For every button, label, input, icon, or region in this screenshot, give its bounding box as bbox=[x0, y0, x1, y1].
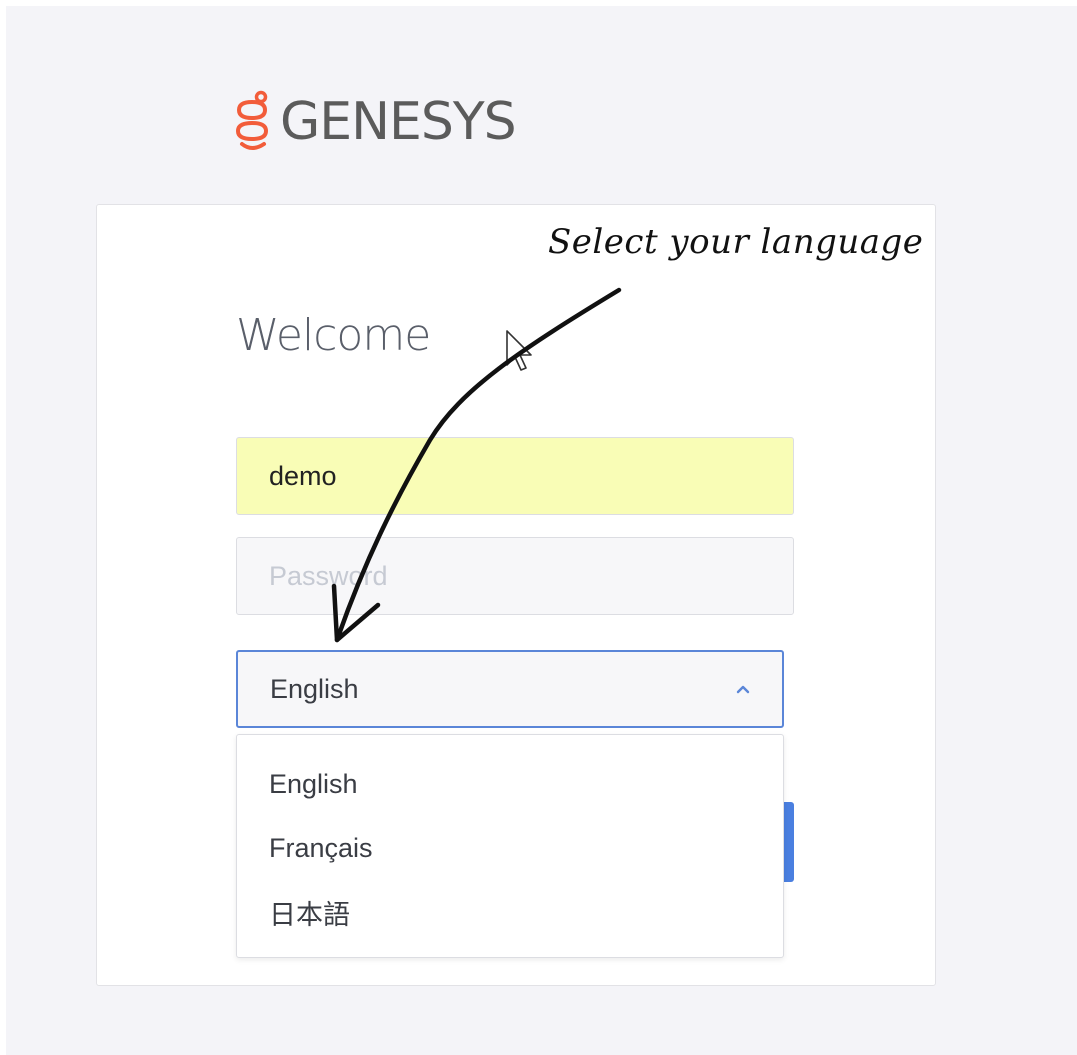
language-option-japanese[interactable]: 日本語 bbox=[237, 880, 783, 944]
language-select[interactable]: English bbox=[236, 650, 784, 728]
welcome-heading: Welcome bbox=[236, 310, 431, 361]
language-option-label: English bbox=[269, 768, 358, 799]
chevron-up-icon bbox=[736, 685, 750, 694]
username-value: demo bbox=[269, 460, 337, 491]
language-option-francais[interactable]: Français bbox=[237, 816, 783, 880]
language-option-label: 日本語 bbox=[269, 899, 350, 930]
password-placeholder: Password bbox=[269, 560, 388, 591]
language-option-english[interactable]: English bbox=[237, 752, 783, 816]
language-dropdown-menu: English Français 日本語 bbox=[236, 734, 784, 958]
genesys-logo-mark-icon bbox=[235, 90, 269, 150]
genesys-logo: GENESYS bbox=[232, 86, 517, 158]
language-option-label: Français bbox=[269, 832, 373, 863]
language-select-value: English bbox=[270, 673, 359, 704]
username-field[interactable]: demo bbox=[236, 437, 794, 515]
logo-wordmark: GENESYS bbox=[280, 92, 517, 152]
password-field[interactable]: Password bbox=[236, 537, 794, 615]
annotation-text: Select your language bbox=[548, 222, 924, 262]
